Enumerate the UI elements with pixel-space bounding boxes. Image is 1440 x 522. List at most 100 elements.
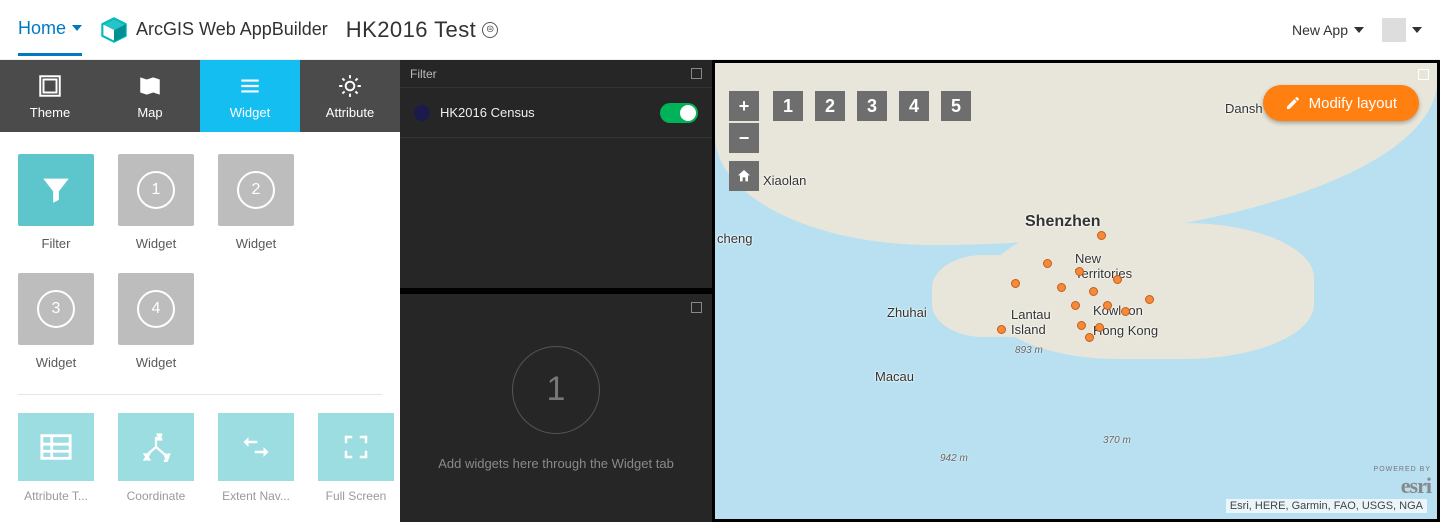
main-area: Theme Map Widget Attribute Filter (0, 60, 1440, 522)
maximize-icon[interactable] (1418, 69, 1429, 80)
place-label-macau: Macau (875, 369, 914, 384)
axes-icon: x yz (139, 432, 173, 462)
user-menu[interactable] (1382, 18, 1422, 42)
pencil-icon (1285, 95, 1301, 111)
slot-number-icon: 2 (237, 171, 275, 209)
onscreen-widgets: Attribute T... x yz Coordinate Extent Nav… (18, 413, 382, 503)
filter-panel: Filter HK2016 Census (400, 60, 712, 288)
table-icon (39, 432, 73, 462)
widget-button-4[interactable]: 4 (899, 91, 929, 121)
widget-slot-4[interactable]: 4 Widget (118, 273, 194, 370)
filter-row: HK2016 Census (400, 88, 712, 138)
tab-map[interactable]: Map (100, 60, 200, 132)
tab-attribute[interactable]: Attribute (300, 60, 400, 132)
svg-text:y: y (165, 452, 170, 462)
slot-number-icon: 3 (37, 290, 75, 328)
zoom-out-button[interactable]: − (729, 123, 759, 153)
builder-tabs: Theme Map Widget Attribute (0, 60, 400, 132)
widget-coordinate[interactable]: x yz Coordinate (118, 413, 194, 503)
widget-slot-3[interactable]: 3 Widget (18, 273, 94, 370)
svg-text:z: z (157, 432, 161, 442)
tab-theme[interactable]: Theme (0, 60, 100, 132)
esri-name: esri (1401, 473, 1431, 499)
avatar-icon (1382, 18, 1406, 42)
widget-slot-1[interactable]: 1 Widget (118, 154, 194, 251)
map-icon (137, 73, 163, 99)
placeholder-message: Add widgets here through the Widget tab (438, 456, 674, 471)
zoom-in-button[interactable]: + (729, 91, 759, 121)
powered-by-label: POWERED BY (1374, 466, 1431, 473)
widget-extent-nav[interactable]: Extent Nav... (218, 413, 294, 503)
widget-label: Widget (136, 355, 176, 370)
panel-title: Filter (410, 67, 437, 81)
home-link[interactable]: Home (18, 18, 82, 56)
widget-icon (237, 73, 263, 99)
app-title[interactable]: HK2016 Test (346, 17, 476, 43)
place-label-zhuhai: Zhuhai (887, 305, 927, 320)
widget-label: Filter (42, 236, 71, 251)
maximize-icon[interactable] (691, 68, 702, 79)
landmass (932, 255, 1062, 337)
map-container: Shenzhen New Territories Kowloon Hong Ko… (715, 60, 1440, 522)
panel-header: Filter (400, 60, 712, 88)
tab-label: Widget (230, 105, 270, 120)
tab-label: Map (137, 105, 162, 120)
widget-controller: 1 2 3 4 5 (773, 91, 971, 121)
svg-text:x: x (145, 452, 150, 462)
separator (18, 394, 382, 395)
filter-layer-name: HK2016 Census (440, 105, 535, 120)
widget-button-3[interactable]: 3 (857, 91, 887, 121)
modify-layout-label: Modify layout (1309, 95, 1397, 112)
fullscreen-icon (339, 432, 373, 462)
tab-label: Theme (30, 105, 70, 120)
layer-symbol-icon (414, 105, 430, 121)
funnel-icon (39, 173, 73, 207)
modify-layout-button[interactable]: Modify layout (1263, 85, 1419, 121)
widget-label: Extent Nav... (222, 489, 290, 503)
map[interactable]: Shenzhen New Territories Kowloon Hong Ko… (715, 63, 1437, 519)
product-name: ArcGIS Web AppBuilder (136, 19, 328, 40)
place-label-cheng: cheng (717, 231, 752, 246)
chevron-down-icon (1412, 27, 1422, 33)
map-attribution: Esri, HERE, Garmin, FAO, USGS, NGA (1226, 499, 1427, 513)
wab-logo-icon (100, 16, 128, 44)
widget-button-2[interactable]: 2 (815, 91, 845, 121)
widget-label: Widget (236, 236, 276, 251)
globe-icon[interactable]: ⊜ (482, 22, 498, 38)
widget-label: Full Screen (326, 489, 387, 503)
chevron-down-icon (72, 25, 82, 31)
widget-button-1[interactable]: 1 (773, 91, 803, 121)
widget-label: Coordinate (127, 489, 186, 503)
widget-button-5[interactable]: 5 (941, 91, 971, 121)
new-app-dropdown[interactable]: New App (1292, 22, 1364, 38)
attribute-icon (337, 73, 363, 99)
widget-full-screen[interactable]: Full Screen (318, 413, 394, 503)
widget-placeholder-panel[interactable]: 1 Add widgets here through the Widget ta… (400, 294, 712, 522)
theme-icon (37, 73, 63, 99)
home-icon (736, 168, 752, 184)
center-panels: Filter HK2016 Census 1 Add widgets here … (400, 60, 715, 522)
extent-icon (239, 432, 273, 462)
widget-label: Attribute T... (24, 489, 88, 503)
widget-slot-filter[interactable]: Filter (18, 154, 94, 251)
filter-toggle[interactable] (660, 103, 698, 123)
elevation-label: 370 m (1103, 435, 1131, 446)
chevron-down-icon (1354, 27, 1364, 33)
widget-slot-2[interactable]: 2 Widget (218, 154, 294, 251)
topbar-right: New App (1292, 18, 1422, 42)
widget-attribute-table[interactable]: Attribute T... (18, 413, 94, 503)
esri-logo: POWERED BY esri (1374, 466, 1431, 499)
home-label: Home (18, 18, 66, 39)
widget-label: Widget (136, 236, 176, 251)
placeholder-number-icon: 1 (512, 346, 600, 434)
widget-label: Widget (36, 355, 76, 370)
maximize-icon[interactable] (691, 302, 702, 313)
slot-number-icon: 4 (137, 290, 175, 328)
home-extent-button[interactable] (729, 161, 759, 191)
new-app-label: New App (1292, 22, 1348, 38)
top-bar: Home ArcGIS Web AppBuilder HK2016 Test ⊜… (0, 0, 1440, 60)
elevation-label: 942 m (940, 453, 968, 464)
builder-panel: Theme Map Widget Attribute Filter (0, 60, 400, 522)
slot-number-icon: 1 (137, 171, 175, 209)
tab-widget[interactable]: Widget (200, 60, 300, 132)
